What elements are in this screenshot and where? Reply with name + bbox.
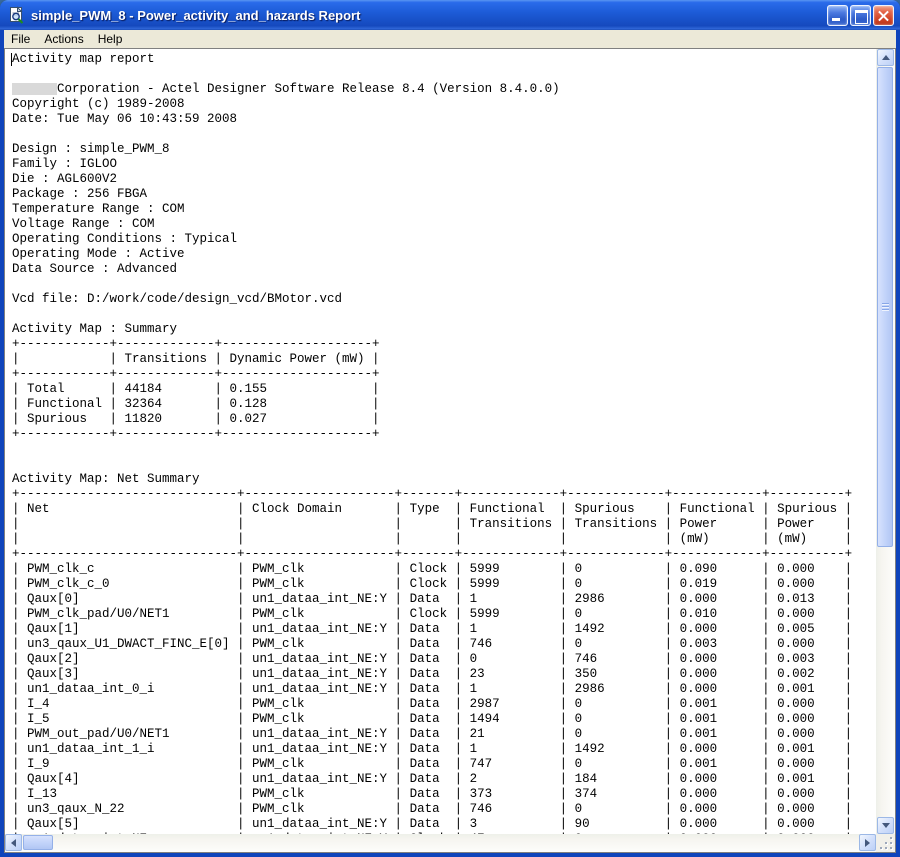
horizontal-scroll-thumb[interactable]: [23, 835, 53, 850]
horizontal-scrollbar[interactable]: [5, 834, 876, 852]
vertical-scroll-thumb[interactable]: [877, 67, 893, 547]
client-area: Activity map report Corporation - Actel …: [4, 48, 896, 853]
maximize-button[interactable]: [850, 5, 871, 26]
scroll-right-button[interactable]: [859, 834, 876, 851]
report-text: Activity map report Corporation - Actel …: [5, 49, 876, 834]
window-title: simple_PWM_8 - Power_activity_and_hazard…: [31, 8, 821, 23]
menu-actions[interactable]: Actions: [37, 31, 90, 47]
report-document-magnifier-icon[interactable]: [8, 6, 26, 24]
down-arrow-icon: [882, 823, 890, 832]
vertical-scrollbar[interactable]: [876, 49, 895, 834]
redaction-box: [12, 83, 57, 95]
menu-help[interactable]: Help: [91, 31, 130, 47]
app-window: simple_PWM_8 - Power_activity_and_hazard…: [0, 0, 900, 857]
close-button[interactable]: [873, 5, 894, 26]
menu-bar: File Actions Help: [4, 30, 896, 48]
title-bar[interactable]: simple_PWM_8 - Power_activity_and_hazard…: [0, 0, 900, 30]
scroll-left-button[interactable]: [5, 834, 22, 851]
menu-file[interactable]: File: [4, 31, 37, 47]
left-arrow-icon: [7, 839, 16, 847]
right-arrow-icon: [865, 839, 874, 847]
text-caret: [11, 53, 12, 66]
scroll-up-button[interactable]: [877, 49, 894, 66]
report-viewport[interactable]: Activity map report Corporation - Actel …: [5, 49, 876, 834]
scroll-down-button[interactable]: [877, 817, 894, 834]
resize-grip[interactable]: [876, 834, 895, 852]
up-arrow-icon: [882, 51, 890, 60]
minimize-button[interactable]: [827, 5, 848, 26]
window-controls: [827, 5, 894, 26]
